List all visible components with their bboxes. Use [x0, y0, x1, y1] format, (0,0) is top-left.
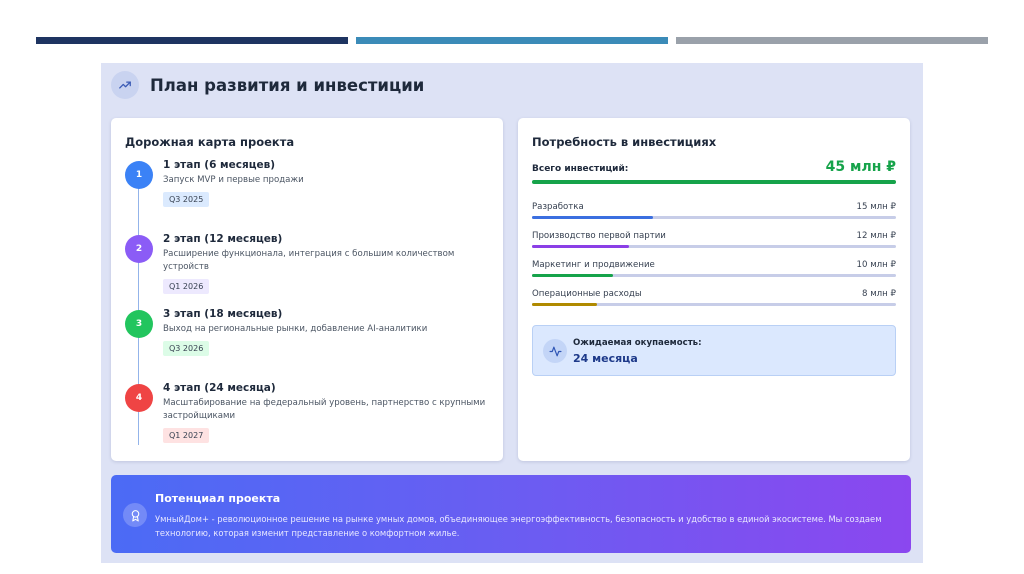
- investment-item: Разработка 15 млн ₽: [532, 202, 896, 228]
- investment-item-label: Маркетинг и продвижение: [532, 260, 655, 270]
- stage-date-badge: Q1 2027: [163, 428, 210, 443]
- investment-item: Операционные расходы 8 млн ₽: [532, 289, 896, 315]
- top-accent-bar-blue: [356, 37, 668, 44]
- payback-label: Ожидаемая окупаемость:: [573, 338, 702, 348]
- investment-item-bar-fill: [532, 216, 654, 219]
- stage-description: Расширение функционала, интеграция с бол…: [163, 249, 455, 272]
- investment-title: Потребность в инвестициях: [532, 135, 717, 149]
- investment-item: Маркетинг и продвижение 10 млн ₽: [532, 260, 896, 286]
- page-header: План развития и инвестиции: [111, 71, 424, 99]
- potential-text: УмныйДом+ - революционное решение на рын…: [155, 514, 882, 538]
- roadmap-title: Дорожная карта проекта: [125, 135, 295, 149]
- investment-item-value: 8 млн ₽: [862, 289, 896, 299]
- top-accent-bar-navy: [36, 37, 348, 44]
- payback-value: 24 месяца: [573, 352, 638, 365]
- total-investment-value: 45 млн ₽: [825, 159, 896, 175]
- stage-name: 1 этап (6 месяцев): [163, 159, 276, 171]
- investment-item-value: 10 млн ₽: [856, 260, 896, 270]
- stage-date-badge: Q1 2026: [163, 279, 210, 294]
- investment-item-label: Производство первой партии: [532, 231, 666, 241]
- stage-number-badge: 4: [125, 384, 153, 412]
- investment-item: Производство первой партии 12 млн ₽: [532, 231, 896, 257]
- stage-date-badge: Q3 2025: [163, 192, 210, 207]
- award-icon: [123, 503, 147, 527]
- investment-item-bar: [532, 216, 896, 219]
- stage-number-badge: 2: [125, 235, 153, 263]
- payback-box: Ожидаемая окупаемость: 24 месяца: [532, 325, 896, 376]
- project-potential-banner: Потенциал проекта УмныйДом+ - революцион…: [111, 475, 911, 553]
- stage-name: 2 этап (12 месяцев): [163, 233, 283, 245]
- investment-item-bar-fill: [532, 303, 597, 306]
- stage-description: Выход на региональные рынки, добавление …: [163, 324, 428, 334]
- top-accent-bar-gray: [676, 37, 988, 44]
- investment-item-value: 15 млн ₽: [856, 202, 896, 212]
- stage-name: 3 этап (18 месяцев): [163, 308, 283, 320]
- trending-up-icon: [111, 71, 139, 99]
- stage-number-badge: 1: [125, 161, 153, 189]
- stage-description: Запуск MVP и первые продажи: [163, 175, 304, 185]
- investment-item-bar-fill: [532, 245, 630, 248]
- investment-item-value: 12 млн ₽: [856, 231, 896, 241]
- investment-item-bar: [532, 245, 896, 248]
- total-investment-bar: [532, 180, 896, 184]
- investment-item-label: Разработка: [532, 202, 584, 212]
- investment-item-bar: [532, 303, 896, 306]
- page-title: План развития и инвестиции: [150, 75, 425, 95]
- total-investment-bar-fill: [532, 180, 896, 184]
- stage-name: 4 этап (24 месяца): [163, 382, 276, 394]
- potential-title: Потенциал проекта: [155, 492, 281, 505]
- stage-description: Масштабирование на федеральный уровень, …: [163, 398, 486, 421]
- roadmap-card: Дорожная карта проекта 1 1 этап (6 месяц…: [111, 118, 503, 461]
- total-investment-label: Всего инвестиций:: [532, 164, 629, 174]
- total-investment-row: Всего инвестиций: 45 млн ₽: [532, 159, 896, 179]
- stage-number-badge: 3: [125, 310, 153, 338]
- investment-card: Потребность в инвестициях Всего инвестиц…: [518, 118, 910, 461]
- activity-icon: [543, 339, 567, 363]
- slide-panel: План развития и инвестиции Дорожная карт…: [101, 63, 923, 563]
- investment-item-label: Операционные расходы: [532, 289, 642, 299]
- investment-item-bar: [532, 274, 896, 277]
- investment-item-bar-fill: [532, 274, 613, 277]
- stage-date-badge: Q3 2026: [163, 341, 210, 356]
